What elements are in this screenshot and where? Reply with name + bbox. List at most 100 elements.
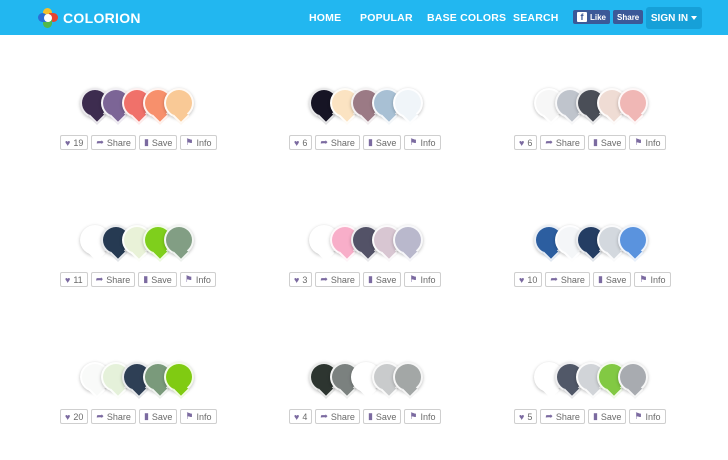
info-button[interactable]: ⚑ Info bbox=[180, 409, 217, 424]
share-button[interactable]: ➦ Share bbox=[91, 135, 136, 150]
info-button[interactable]: ⚑ Info bbox=[629, 135, 666, 150]
like-button[interactable]: ♥ 5 bbox=[514, 409, 538, 424]
info-label: Info bbox=[196, 411, 212, 422]
nav-base-colors[interactable]: BASE COLORS bbox=[427, 12, 506, 24]
like-button[interactable]: ♥ 6 bbox=[514, 135, 538, 150]
palette-actions: ♥ 20 ➦ Share ▮ Save ⚑ Info bbox=[60, 409, 217, 424]
heart-icon: ♥ bbox=[519, 411, 525, 422]
bookmark-icon: ▮ bbox=[143, 411, 149, 421]
share-button[interactable]: ➦ Share bbox=[90, 272, 136, 287]
tag-icon: ⚑ bbox=[409, 411, 418, 421]
info-label: Info bbox=[650, 274, 666, 285]
palette-actions: ♥ 19 ➦ Share ▮ Save ⚑ Info bbox=[60, 135, 217, 150]
save-button[interactable]: ▮ Save bbox=[138, 409, 178, 424]
save-button[interactable]: ▮ Save bbox=[138, 272, 177, 287]
like-button[interactable]: ♥ 3 bbox=[289, 272, 313, 287]
save-button[interactable]: ▮ Save bbox=[587, 135, 627, 150]
palette-card: ♥ 19 ➦ Share ▮ Save ⚑ Info bbox=[60, 85, 217, 157]
palette-card: ♥ 4 ➦ Share ▮ Save ⚑ Info bbox=[289, 359, 441, 431]
facebook-share-button[interactable]: Share bbox=[613, 10, 644, 24]
color-swatch[interactable] bbox=[164, 362, 194, 392]
bookmark-icon: ▮ bbox=[597, 274, 603, 284]
share-button[interactable]: ➦ Share bbox=[315, 409, 360, 424]
info-button[interactable]: ⚑ Info bbox=[404, 272, 441, 287]
share-button[interactable]: ➦ Share bbox=[315, 272, 360, 287]
color-swatch[interactable] bbox=[164, 88, 194, 118]
palette-card: ♥ 5 ➦ Share ▮ Save ⚑ Info bbox=[514, 359, 666, 431]
tag-icon: ⚑ bbox=[184, 274, 193, 284]
save-button[interactable]: ▮ Save bbox=[362, 272, 402, 287]
info-button[interactable]: ⚑ Info bbox=[629, 409, 666, 424]
info-label: Info bbox=[420, 137, 436, 148]
like-button[interactable]: ♥ 20 bbox=[60, 409, 89, 424]
save-button[interactable]: ▮ Save bbox=[587, 409, 627, 424]
color-swatch[interactable] bbox=[618, 362, 648, 392]
palette-card: ♥ 3 ➦ Share ▮ Save ⚑ Info bbox=[289, 224, 441, 294]
palette-actions: ♥ 11 ➦ Share ▮ Save ⚑ Info bbox=[60, 272, 216, 287]
nav-home[interactable]: HOME bbox=[309, 12, 341, 24]
info-button[interactable]: ⚑ Info bbox=[179, 272, 216, 287]
like-count: 6 bbox=[302, 137, 308, 148]
info-button[interactable]: ⚑ Info bbox=[404, 135, 441, 150]
color-drops bbox=[514, 359, 664, 399]
tag-icon: ⚑ bbox=[634, 137, 643, 147]
info-button[interactable]: ⚑ Info bbox=[180, 135, 217, 150]
like-button[interactable]: ♥ 11 bbox=[60, 272, 88, 287]
save-label: Save bbox=[151, 137, 173, 148]
like-button[interactable]: ♥ 10 bbox=[514, 272, 543, 287]
info-button[interactable]: ⚑ Info bbox=[634, 272, 671, 287]
tag-icon: ⚑ bbox=[634, 411, 643, 421]
share-button[interactable]: ➦ Share bbox=[540, 409, 585, 424]
tag-icon: ⚑ bbox=[409, 137, 418, 147]
color-swatch[interactable] bbox=[618, 225, 648, 255]
tag-icon: ⚑ bbox=[185, 137, 194, 147]
like-count: 20 bbox=[73, 411, 84, 422]
color-swatch[interactable] bbox=[164, 225, 194, 255]
color-drops bbox=[60, 85, 210, 125]
save-button[interactable]: ▮ Save bbox=[362, 135, 402, 150]
heart-icon: ♥ bbox=[65, 411, 71, 422]
nav-popular[interactable]: POPULAR bbox=[360, 12, 413, 24]
facebook-like-label: Like bbox=[590, 12, 607, 22]
color-drops bbox=[514, 222, 664, 262]
heart-icon: ♥ bbox=[65, 137, 71, 148]
palette-card: ♥ 20 ➦ Share ▮ Save ⚑ Info bbox=[60, 361, 217, 431]
color-swatch[interactable] bbox=[393, 225, 423, 255]
color-drops bbox=[289, 359, 439, 399]
share-button[interactable]: ➦ Share bbox=[91, 409, 136, 424]
palette-card: ♥ 11 ➦ Share ▮ Save ⚑ Info bbox=[60, 222, 216, 294]
share-label: Share bbox=[555, 411, 580, 422]
color-drops bbox=[60, 222, 210, 262]
like-button[interactable]: ♥ 4 bbox=[289, 409, 313, 424]
facebook-like-button[interactable]: f Like bbox=[573, 10, 611, 24]
save-button[interactable]: ▮ Save bbox=[592, 272, 632, 287]
save-button[interactable]: ▮ Save bbox=[138, 135, 178, 150]
share-icon: ➦ bbox=[96, 411, 104, 421]
heart-icon: ♥ bbox=[65, 274, 71, 285]
like-button[interactable]: ♥ 6 bbox=[289, 135, 313, 150]
like-count: 19 bbox=[73, 137, 84, 148]
flower-logo-icon bbox=[38, 8, 58, 28]
heart-icon: ♥ bbox=[519, 137, 525, 148]
share-button[interactable]: ➦ Share bbox=[315, 135, 360, 150]
facebook-share-label: Share bbox=[617, 12, 640, 22]
sign-in-label: SIGN IN bbox=[650, 12, 689, 24]
share-icon: ➦ bbox=[320, 411, 328, 421]
like-count: 6 bbox=[527, 137, 533, 148]
color-swatch[interactable] bbox=[393, 88, 423, 118]
nav-search[interactable]: SEARCH bbox=[513, 12, 559, 24]
color-swatch[interactable] bbox=[618, 88, 648, 118]
share-label: Share bbox=[330, 137, 355, 148]
share-button[interactable]: ➦ Share bbox=[540, 135, 585, 150]
save-button[interactable]: ▮ Save bbox=[362, 409, 402, 424]
sign-in-button[interactable]: SIGN IN bbox=[646, 7, 702, 29]
logo[interactable]: COLORION bbox=[38, 8, 141, 28]
color-swatch[interactable] bbox=[393, 362, 423, 392]
palette-actions: ♥ 4 ➦ Share ▮ Save ⚑ Info bbox=[289, 409, 441, 424]
color-drops bbox=[289, 85, 439, 125]
like-button[interactable]: ♥ 19 bbox=[60, 135, 89, 150]
share-button[interactable]: ➦ Share bbox=[545, 272, 590, 287]
info-button[interactable]: ⚑ Info bbox=[404, 409, 441, 424]
bookmark-icon: ▮ bbox=[592, 137, 598, 147]
heart-icon: ♥ bbox=[294, 137, 300, 148]
